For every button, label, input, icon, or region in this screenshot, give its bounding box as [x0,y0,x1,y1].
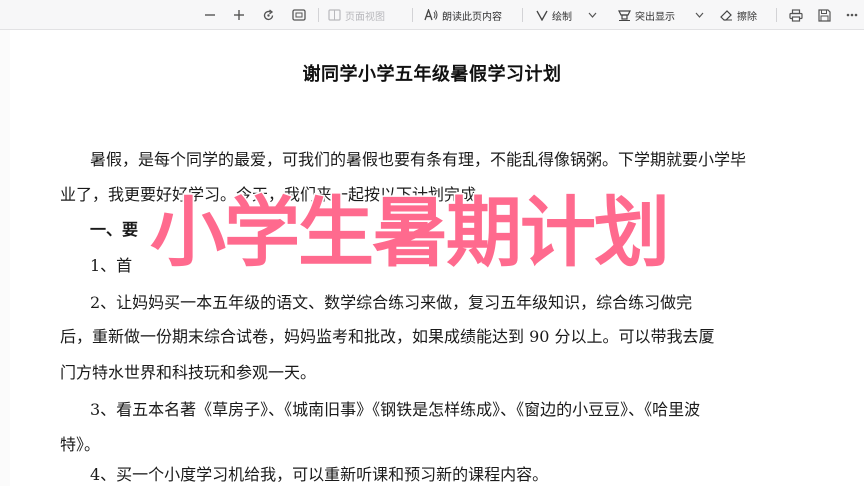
toolbar-divider [318,8,319,22]
printer-icon [789,8,803,22]
zoom-out-button[interactable] [204,0,216,30]
paragraph-line: 门方特水世界和科技玩和参观一天。 [60,363,317,382]
list-item: 4、买一个小度学习机给我，可以重新听课和预习新的课程内容。 [90,465,549,484]
list-item: 2、让妈妈买一本五年级的语文、数学综合练习来做，复习五年级知识，综合练习做完 [90,293,693,312]
highlight-options-dropdown[interactable] [695,0,704,30]
fit-page-icon [292,9,306,21]
highlight-label: 突出显示 [635,11,675,23]
read-aloud-icon [424,9,438,21]
paragraph-line: 后，重新做一份期末综合试卷，妈妈监考和批改，如果成绩能达到 90 分以上。可以带… [60,327,715,346]
page-view-label: 页面视图 [345,11,385,23]
section-heading: 一、要 [90,220,139,239]
list-item: 3、看五本名著《草房子》、《城南旧事》《钢铁是怎样练成》、《窗边的小豆豆》、《哈… [90,400,701,419]
paragraph-line: 特》。 [60,435,101,454]
draw-label: 绘制 [552,11,572,23]
page-left-edge [0,30,10,486]
save-button[interactable] [818,0,831,30]
highlight-button[interactable]: 突出显示 [618,0,675,30]
document-title: 谢同学小学五年级暑假学习计划 [302,64,562,85]
paragraph-line: 暑假，是每个同学的最爱，可我们的暑假也要有条有理，不能乱得像锅粥。下学期就要小学… [90,150,747,169]
zoom-in-button[interactable] [233,0,245,30]
pen-icon [536,9,548,21]
overlay-title: 小学生暑期计划 [149,187,672,279]
pdf-toolbar: 页面视图 朗读此页内容 绘制 突出显示 擦除 [0,0,864,30]
rotate-icon [262,8,275,22]
chevron-down-icon [695,12,704,18]
more-options-button[interactable] [846,0,858,30]
draw-options-dropdown[interactable] [588,0,597,30]
save-icon [818,8,831,22]
plus-icon [233,9,245,21]
page-view-icon [328,9,341,21]
toolbar-divider [412,8,413,22]
toolbar-divider [776,8,777,22]
erase-label: 擦除 [737,11,757,23]
toolbar-divider [522,8,523,22]
read-aloud-button[interactable]: 朗读此页内容 [424,0,502,30]
chevron-down-icon [588,12,597,18]
page-view-button[interactable]: 页面视图 [328,0,385,30]
read-aloud-label: 朗读此页内容 [442,11,502,23]
draw-button[interactable]: 绘制 [536,0,572,30]
list-item: 1、首 [90,256,133,275]
rotate-button[interactable] [262,0,275,30]
minus-icon [204,9,216,21]
eraser-icon [720,9,733,21]
fit-page-button[interactable] [292,0,306,30]
print-button[interactable] [789,0,803,30]
erase-button[interactable]: 擦除 [720,0,757,30]
highlighter-icon [618,9,631,21]
more-icon [846,13,858,17]
